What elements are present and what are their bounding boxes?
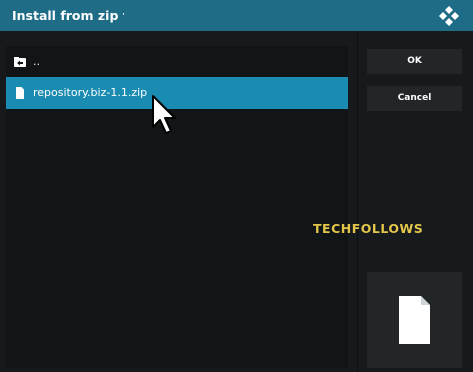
list-item-label: ..: [33, 55, 40, 68]
ok-button[interactable]: OK: [367, 49, 462, 74]
preview-thumbnail: [367, 272, 462, 368]
kodi-logo-icon: [439, 6, 459, 26]
parent-folder-icon: [14, 57, 26, 67]
title-bar: Install from zip file: [0, 0, 473, 31]
dialog-title: Install from zip file: [12, 8, 124, 23]
mouse-cursor-icon: [152, 95, 176, 134]
cancel-button[interactable]: Cancel: [367, 86, 462, 111]
file-icon: [399, 296, 430, 344]
file-icon: [16, 87, 24, 99]
list-item-label: repository.biz-1.1.zip: [33, 86, 148, 99]
list-item-parent-folder[interactable]: ..: [6, 46, 348, 78]
watermark: TECHFOLLOWS: [313, 221, 424, 236]
divider: [357, 31, 358, 372]
